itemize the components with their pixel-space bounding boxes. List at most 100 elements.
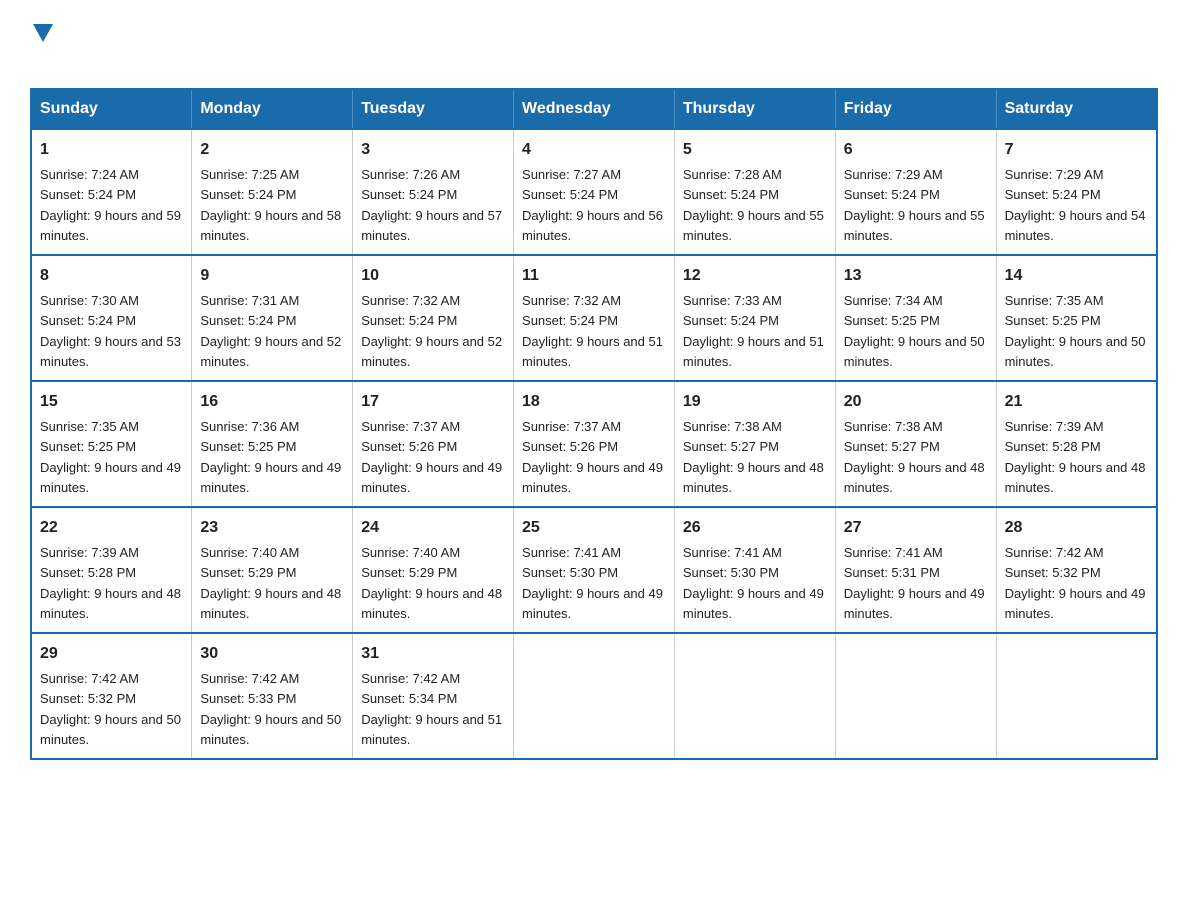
calendar-day-cell: 1Sunrise: 7:24 AMSunset: 5:24 PMDaylight… bbox=[31, 129, 192, 255]
day-info: Sunrise: 7:35 AMSunset: 5:25 PMDaylight:… bbox=[1005, 293, 1146, 369]
day-number: 5 bbox=[683, 138, 827, 162]
calendar-week-row: 8Sunrise: 7:30 AMSunset: 5:24 PMDaylight… bbox=[31, 255, 1157, 381]
day-info: Sunrise: 7:29 AMSunset: 5:24 PMDaylight:… bbox=[844, 167, 985, 243]
calendar-day-cell: 24 Sunrise: 7:40 AMSunset: 5:29 PMDayligh… bbox=[353, 507, 514, 633]
day-number: 15 bbox=[40, 390, 183, 414]
day-number: 30 bbox=[200, 642, 344, 666]
calendar-week-row: 1Sunrise: 7:24 AMSunset: 5:24 PMDaylight… bbox=[31, 129, 1157, 255]
logo-blue-text bbox=[30, 42, 53, 70]
day-of-week-header: Thursday bbox=[674, 89, 835, 129]
calendar-table: SundayMondayTuesdayWednesdayThursdayFrid… bbox=[30, 88, 1158, 760]
calendar-day-cell bbox=[835, 633, 996, 759]
calendar-day-cell: 22 Sunrise: 7:39 AMSunset: 5:28 PMDayligh… bbox=[31, 507, 192, 633]
calendar-day-cell: 30Sunrise: 7:42 AMSunset: 5:33 PMDayligh… bbox=[192, 633, 353, 759]
day-info: Sunrise: 7:37 AMSunset: 5:26 PMDaylight:… bbox=[361, 419, 502, 495]
day-info: Sunrise: 7:26 AMSunset: 5:24 PMDaylight:… bbox=[361, 167, 502, 243]
day-number: 11 bbox=[522, 264, 666, 288]
day-info: Sunrise: 7:41 AMSunset: 5:30 PMDaylight:… bbox=[522, 545, 663, 621]
calendar-day-cell: 21 Sunrise: 7:39 AMSunset: 5:28 PMDayligh… bbox=[996, 381, 1157, 507]
calendar-day-cell: 3 Sunrise: 7:26 AMSunset: 5:24 PMDaylight… bbox=[353, 129, 514, 255]
day-info: Sunrise: 7:27 AMSunset: 5:24 PMDaylight:… bbox=[522, 167, 663, 243]
day-number: 7 bbox=[1005, 138, 1148, 162]
calendar-day-cell: 23 Sunrise: 7:40 AMSunset: 5:29 PMDayligh… bbox=[192, 507, 353, 633]
day-info: Sunrise: 7:40 AMSunset: 5:29 PMDaylight:… bbox=[200, 545, 341, 621]
day-info: Sunrise: 7:37 AMSunset: 5:26 PMDaylight:… bbox=[522, 419, 663, 495]
calendar-day-cell bbox=[514, 633, 675, 759]
day-number: 2 bbox=[200, 138, 344, 162]
day-number: 14 bbox=[1005, 264, 1148, 288]
day-info: Sunrise: 7:39 AMSunset: 5:28 PMDaylight:… bbox=[40, 545, 181, 621]
calendar-day-cell: 20 Sunrise: 7:38 AMSunset: 5:27 PMDayligh… bbox=[835, 381, 996, 507]
calendar-day-cell: 12Sunrise: 7:33 AMSunset: 5:24 PMDayligh… bbox=[674, 255, 835, 381]
logo-general-text bbox=[30, 20, 53, 42]
calendar-week-row: 15 Sunrise: 7:35 AMSunset: 5:25 PMDayligh… bbox=[31, 381, 1157, 507]
day-number: 10 bbox=[361, 264, 505, 288]
day-of-week-header: Friday bbox=[835, 89, 996, 129]
day-number: 31 bbox=[361, 642, 505, 666]
day-info: Sunrise: 7:41 AMSunset: 5:31 PMDaylight:… bbox=[844, 545, 985, 621]
day-info: Sunrise: 7:39 AMSunset: 5:28 PMDaylight:… bbox=[1005, 419, 1146, 495]
day-info: Sunrise: 7:42 AMSunset: 5:32 PMDaylight:… bbox=[40, 671, 181, 747]
day-info: Sunrise: 7:24 AMSunset: 5:24 PMDaylight:… bbox=[40, 167, 181, 243]
calendar-day-cell: 5Sunrise: 7:28 AMSunset: 5:24 PMDaylight… bbox=[674, 129, 835, 255]
calendar-header: SundayMondayTuesdayWednesdayThursdayFrid… bbox=[31, 89, 1157, 129]
day-info: Sunrise: 7:35 AMSunset: 5:25 PMDaylight:… bbox=[40, 419, 181, 495]
days-of-week-row: SundayMondayTuesdayWednesdayThursdayFrid… bbox=[31, 89, 1157, 129]
calendar-day-cell: 6 Sunrise: 7:29 AMSunset: 5:24 PMDaylight… bbox=[835, 129, 996, 255]
day-of-week-header: Monday bbox=[192, 89, 353, 129]
calendar-day-cell: 2 Sunrise: 7:25 AMSunset: 5:24 PMDaylight… bbox=[192, 129, 353, 255]
day-of-week-header: Saturday bbox=[996, 89, 1157, 129]
calendar-day-cell: 18 Sunrise: 7:37 AMSunset: 5:26 PMDayligh… bbox=[514, 381, 675, 507]
calendar-week-row: 22 Sunrise: 7:39 AMSunset: 5:28 PMDayligh… bbox=[31, 507, 1157, 633]
page-header bbox=[30, 20, 1158, 70]
calendar-day-cell: 26 Sunrise: 7:41 AMSunset: 5:30 PMDayligh… bbox=[674, 507, 835, 633]
day-info: Sunrise: 7:30 AMSunset: 5:24 PMDaylight:… bbox=[40, 293, 181, 369]
calendar-day-cell: 25 Sunrise: 7:41 AMSunset: 5:30 PMDayligh… bbox=[514, 507, 675, 633]
day-number: 29 bbox=[40, 642, 183, 666]
logo bbox=[30, 20, 53, 70]
day-info: Sunrise: 7:34 AMSunset: 5:25 PMDaylight:… bbox=[844, 293, 985, 369]
day-number: 12 bbox=[683, 264, 827, 288]
day-info: Sunrise: 7:38 AMSunset: 5:27 PMDaylight:… bbox=[683, 419, 824, 495]
day-number: 24 bbox=[361, 516, 505, 540]
day-info: Sunrise: 7:29 AMSunset: 5:24 PMDaylight:… bbox=[1005, 167, 1146, 243]
calendar-day-cell: 31 Sunrise: 7:42 AMSunset: 5:34 PMDayligh… bbox=[353, 633, 514, 759]
calendar-body: 1Sunrise: 7:24 AMSunset: 5:24 PMDaylight… bbox=[31, 129, 1157, 759]
day-number: 22 bbox=[40, 516, 183, 540]
calendar-day-cell: 29 Sunrise: 7:42 AMSunset: 5:32 PMDayligh… bbox=[31, 633, 192, 759]
day-number: 4 bbox=[522, 138, 666, 162]
day-number: 20 bbox=[844, 390, 988, 414]
day-info: Sunrise: 7:32 AMSunset: 5:24 PMDaylight:… bbox=[522, 293, 663, 369]
day-number: 6 bbox=[844, 138, 988, 162]
day-number: 25 bbox=[522, 516, 666, 540]
calendar-day-cell: 14 Sunrise: 7:35 AMSunset: 5:25 PMDayligh… bbox=[996, 255, 1157, 381]
calendar-day-cell bbox=[674, 633, 835, 759]
day-info: Sunrise: 7:32 AMSunset: 5:24 PMDaylight:… bbox=[361, 293, 502, 369]
day-info: Sunrise: 7:42 AMSunset: 5:32 PMDaylight:… bbox=[1005, 545, 1146, 621]
day-info: Sunrise: 7:25 AMSunset: 5:24 PMDaylight:… bbox=[200, 167, 341, 243]
day-info: Sunrise: 7:40 AMSunset: 5:29 PMDaylight:… bbox=[361, 545, 502, 621]
day-number: 27 bbox=[844, 516, 988, 540]
day-info: Sunrise: 7:42 AMSunset: 5:34 PMDaylight:… bbox=[361, 671, 502, 747]
calendar-day-cell: 16 Sunrise: 7:36 AMSunset: 5:25 PMDayligh… bbox=[192, 381, 353, 507]
calendar-day-cell: 4 Sunrise: 7:27 AMSunset: 5:24 PMDaylight… bbox=[514, 129, 675, 255]
day-of-week-header: Sunday bbox=[31, 89, 192, 129]
day-number: 23 bbox=[200, 516, 344, 540]
calendar-day-cell bbox=[996, 633, 1157, 759]
day-of-week-header: Tuesday bbox=[353, 89, 514, 129]
day-number: 18 bbox=[522, 390, 666, 414]
day-info: Sunrise: 7:36 AMSunset: 5:25 PMDaylight:… bbox=[200, 419, 341, 495]
day-number: 3 bbox=[361, 138, 505, 162]
day-number: 21 bbox=[1005, 390, 1148, 414]
calendar-day-cell: 17Sunrise: 7:37 AMSunset: 5:26 PMDayligh… bbox=[353, 381, 514, 507]
calendar-day-cell: 8Sunrise: 7:30 AMSunset: 5:24 PMDaylight… bbox=[31, 255, 192, 381]
calendar-day-cell: 10 Sunrise: 7:32 AMSunset: 5:24 PMDayligh… bbox=[353, 255, 514, 381]
day-info: Sunrise: 7:41 AMSunset: 5:30 PMDaylight:… bbox=[683, 545, 824, 621]
calendar-day-cell: 27 Sunrise: 7:41 AMSunset: 5:31 PMDayligh… bbox=[835, 507, 996, 633]
day-number: 16 bbox=[200, 390, 344, 414]
day-number: 26 bbox=[683, 516, 827, 540]
day-number: 19 bbox=[683, 390, 827, 414]
day-info: Sunrise: 7:31 AMSunset: 5:24 PMDaylight:… bbox=[200, 293, 341, 369]
calendar-day-cell: 9Sunrise: 7:31 AMSunset: 5:24 PMDaylight… bbox=[192, 255, 353, 381]
day-info: Sunrise: 7:38 AMSunset: 5:27 PMDaylight:… bbox=[844, 419, 985, 495]
